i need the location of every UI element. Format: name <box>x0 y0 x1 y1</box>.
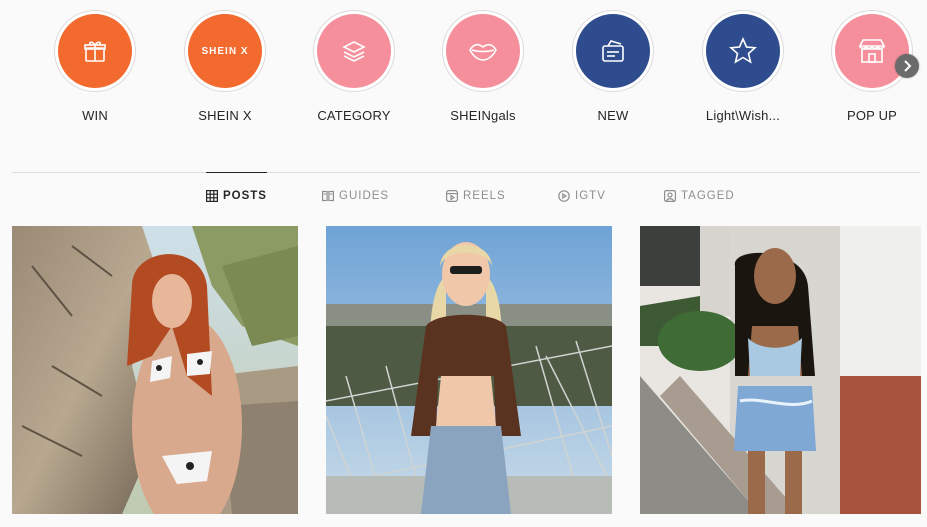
highlight-ring: SHEIN X <box>184 10 266 92</box>
highlight-lightwish[interactable]: Light\Wish... <box>683 10 803 123</box>
highlight-shein-x[interactable]: SHEIN X SHEIN X <box>165 10 285 123</box>
post-thumbnail-3[interactable] <box>640 226 921 514</box>
reels-icon <box>446 190 458 202</box>
highlight-ring <box>442 10 524 92</box>
tab-guides[interactable]: GUIDES <box>322 173 389 219</box>
highlight-cover <box>58 14 132 88</box>
photo-post-3 <box>640 226 921 514</box>
stack-icon <box>342 41 366 62</box>
highlight-label: WIN <box>82 108 108 123</box>
highlight-ring <box>702 10 784 92</box>
tab-label: GUIDES <box>339 190 390 202</box>
badge-icon <box>602 40 624 62</box>
tab-igtv[interactable]: IGTV <box>558 173 606 219</box>
photo-post-1 <box>12 226 298 514</box>
post-thumbnail-1[interactable] <box>12 226 298 514</box>
profile-tabs: POSTS GUIDES REELS IGTV TAGGED <box>12 172 920 219</box>
highlight-win[interactable]: WIN <box>35 10 155 123</box>
post-thumbnail-2[interactable] <box>326 226 612 514</box>
star-icon <box>729 37 757 64</box>
highlight-cover: SHEIN X <box>188 14 262 88</box>
tab-tagged[interactable]: TAGGED <box>664 173 735 219</box>
storefront-icon <box>858 39 886 63</box>
highlight-label: SHEIN X <box>198 108 252 123</box>
highlight-cover <box>706 14 780 88</box>
highlight-sheingals[interactable]: SHEINgals <box>423 10 543 123</box>
chevron-right-icon <box>904 60 912 72</box>
tab-posts[interactable]: POSTS <box>206 172 267 219</box>
grid-icon <box>206 190 218 202</box>
lips-icon <box>469 43 497 61</box>
tagged-icon <box>664 190 676 202</box>
highlight-cover <box>835 14 909 88</box>
tab-label: POSTS <box>223 190 267 202</box>
story-highlights-bar: WIN SHEIN X SHEIN X CATEGORY SHEINgals N… <box>0 0 927 172</box>
highlight-ring <box>572 10 654 92</box>
highlight-new[interactable]: NEW <box>553 10 673 123</box>
tab-label: TAGGED <box>681 190 735 202</box>
photo-post-2 <box>326 226 612 514</box>
highlight-cover <box>446 14 520 88</box>
highlight-label: CATEGORY <box>317 108 391 123</box>
highlight-ring <box>313 10 395 92</box>
next-highlights-button[interactable] <box>895 54 919 78</box>
tab-reels[interactable]: REELS <box>446 173 506 219</box>
gift-icon <box>84 41 106 62</box>
guides-icon <box>322 190 334 202</box>
highlight-ring <box>54 10 136 92</box>
tab-label: REELS <box>463 190 506 202</box>
highlight-category[interactable]: CATEGORY <box>294 10 414 123</box>
highlight-cover <box>576 14 650 88</box>
highlight-label: SHEINgals <box>450 108 516 123</box>
shein-x-logo: SHEIN X <box>201 45 249 57</box>
highlight-label: POP UP <box>846 108 898 123</box>
highlight-cover <box>317 14 391 88</box>
igtv-icon <box>558 190 570 202</box>
highlight-label: Light\Wish... <box>705 108 781 123</box>
highlight-label: NEW <box>597 108 629 123</box>
posts-grid <box>0 226 927 516</box>
highlight-ring <box>831 10 913 92</box>
tab-label: IGTV <box>575 190 606 202</box>
